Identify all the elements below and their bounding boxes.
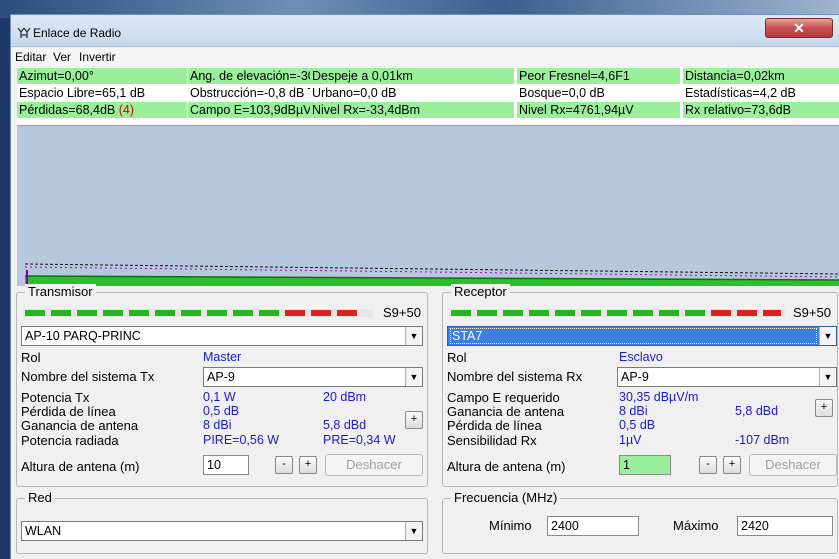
tx-gain-label: Ganancia de antena (21, 418, 139, 433)
title-bar: Enlace de Radio ✕ (11, 15, 839, 47)
stat-rx-level-uv: Nivel Rx=4761,94µV (517, 102, 680, 118)
tx-power-dbm: 20 dBm (323, 390, 367, 404)
close-icon: ✕ (793, 20, 805, 36)
stat-forest: Bosque=0,0 dB (519, 86, 605, 100)
rx-line-loss-label: Pérdida de línea (447, 418, 542, 433)
chevron-down-icon: ▼ (405, 522, 422, 540)
tx-s-meter-reading: S9+50 (383, 305, 421, 320)
stat-statistics: Estadísticas=4,2 dB (685, 86, 796, 100)
network-select[interactable]: WLAN ▼ (21, 521, 423, 541)
chevron-down-icon: ▼ (819, 327, 836, 345)
tx-line-loss-label: Pérdida de línea (21, 404, 116, 419)
radio-link-window: Enlace de Radio ✕ Editar Ver Invertir Az… (10, 14, 839, 559)
rx-height-plus-button[interactable]: + (723, 456, 741, 474)
tx-gain-dbi: 8 dBi (203, 418, 232, 432)
rx-s-meter-reading: S9+50 (793, 305, 831, 320)
frequency-group: Frecuencia (MHz) Mínimo 2400 Máximo 2420 (442, 490, 838, 554)
rx-sensitivity-label: Sensibilidad Rx (447, 433, 537, 448)
stat-losses: Pérdidas=68,4dB (4) (17, 102, 187, 118)
rx-station-select[interactable]: STA7 ▼ (447, 326, 837, 346)
losses-mode-number: (4) (118, 103, 135, 117)
stat-worst-fresnel: Peor Fresnel=4,6F1 (517, 68, 680, 84)
stat-azimuth: Azimut=0,00° (17, 68, 187, 84)
rx-gain-dbi: 8 dBi (619, 404, 648, 418)
tx-height-label: Altura de antena (m) (21, 459, 140, 474)
stat-urban: Urbano=0,0 dB (312, 86, 397, 100)
terrain-profile-graphic (17, 126, 839, 286)
frequency-max-label: Máximo (673, 518, 719, 533)
tx-station-select[interactable]: AP-10 PARQ-PRINC ▼ (21, 326, 423, 346)
rx-height-minus-button[interactable]: - (699, 456, 717, 474)
rx-field-label: Campo E requerido (447, 390, 560, 405)
chevron-down-icon: ▼ (405, 327, 422, 345)
tx-signal-meter (23, 309, 373, 317)
tx-undo-button[interactable]: Deshacer (325, 454, 423, 476)
tx-system-select[interactable]: AP-9 ▼ (203, 367, 423, 387)
tx-radiated-label: Potencia radiada (21, 433, 119, 448)
rx-system-label: Nombre del sistema Rx (447, 369, 583, 384)
menu-ver[interactable]: Ver (53, 50, 71, 64)
rx-signal-meter (449, 309, 785, 317)
tx-height-input[interactable]: 10 (203, 455, 249, 475)
receiver-group-title: Receptor (451, 284, 510, 299)
rx-role-value: Esclavo (619, 350, 663, 364)
tx-gain-dbd: 5,8 dBd (323, 418, 367, 432)
tx-height-minus-button[interactable]: - (275, 456, 293, 474)
rx-sensitivity-uv: 1µV (619, 433, 642, 447)
stat-relative-rx: Rx relativo=73,6dB (683, 102, 839, 118)
rx-undo-button[interactable]: Deshacer (749, 454, 837, 476)
tx-power-watts: 0,1 W (203, 390, 236, 404)
rx-line-loss-value: 0,5 dB (619, 418, 656, 432)
chevron-down-icon: ▼ (405, 368, 422, 386)
menu-editar[interactable]: Editar (15, 50, 46, 64)
rx-gain-dbd: 5,8 dBd (735, 404, 779, 418)
tx-role-value: Master (203, 350, 242, 364)
tx-pire: PIRE=0,56 W (203, 433, 280, 447)
network-group: Red WLAN ▼ (16, 490, 428, 554)
transmitter-group-title: Transmisor (25, 284, 96, 299)
stat-rx-level-dbm: Nivel Rx=-33,4dBm (310, 102, 514, 118)
tx-height-plus-button[interactable]: + (299, 456, 317, 474)
stat-obstruction: Obstrucción=-0,8 dB TR (190, 86, 310, 100)
transmitter-group: Transmisor S9+50 AP-10 PARQ-PRINC ▼ Rol M… (16, 284, 428, 487)
tx-power-label: Potencia Tx (21, 390, 90, 405)
tx-gain-plus-button[interactable]: + (405, 411, 423, 429)
stat-distance: Distancia=0,02km (683, 68, 839, 84)
receiver-group: Receptor S9+50 STA7 ▼ Rol Esclavo Nombre … (442, 284, 838, 487)
link-statistics: Azimut=0,00° Ang. de elevación=-30,000° … (17, 67, 839, 127)
network-group-title: Red (25, 490, 55, 505)
rx-field-value: 30,35 dBµV/m (619, 390, 699, 404)
tx-line-loss-value: 0,5 dB (203, 404, 240, 418)
frequency-group-title: Frecuencia (MHz) (451, 490, 561, 505)
stat-e-field: Campo E=103,9dBµV/m (188, 102, 310, 118)
rx-gain-label: Ganancia de antena (447, 404, 565, 419)
frequency-min-input[interactable]: 2400 (547, 516, 639, 536)
stat-free-space: Espacio Libre=65,1 dB (19, 86, 146, 100)
chevron-down-icon: ▼ (819, 368, 836, 386)
close-button[interactable]: ✕ (765, 18, 833, 38)
tx-system-label: Nombre del sistema Tx (21, 369, 155, 384)
window-title: Enlace de Radio (33, 26, 122, 40)
stat-clearance: Despeje a 0,01km (310, 68, 514, 84)
rx-height-input[interactable]: 1 (619, 455, 671, 475)
stat-elevation: Ang. de elevación=-30,000° (188, 68, 310, 84)
rx-sensitivity-dbm: -107 dBm (735, 433, 790, 447)
antenna-link-icon (17, 27, 31, 38)
frequency-min-label: Mínimo (489, 518, 532, 533)
menu-invertir[interactable]: Invertir (79, 50, 116, 64)
tx-role-label: Rol (21, 350, 41, 365)
frequency-max-input[interactable]: 2420 (737, 516, 833, 536)
rx-gain-plus-button[interactable]: + (815, 399, 833, 417)
menu-bar: Editar Ver Invertir (11, 48, 839, 66)
tx-pre: PRE=0,34 W (323, 433, 396, 447)
rx-height-label: Altura de antena (m) (447, 459, 566, 474)
rx-role-label: Rol (447, 350, 467, 365)
rx-system-select[interactable]: AP-9 ▼ (617, 367, 837, 387)
terrain-profile-view[interactable] (17, 125, 839, 286)
